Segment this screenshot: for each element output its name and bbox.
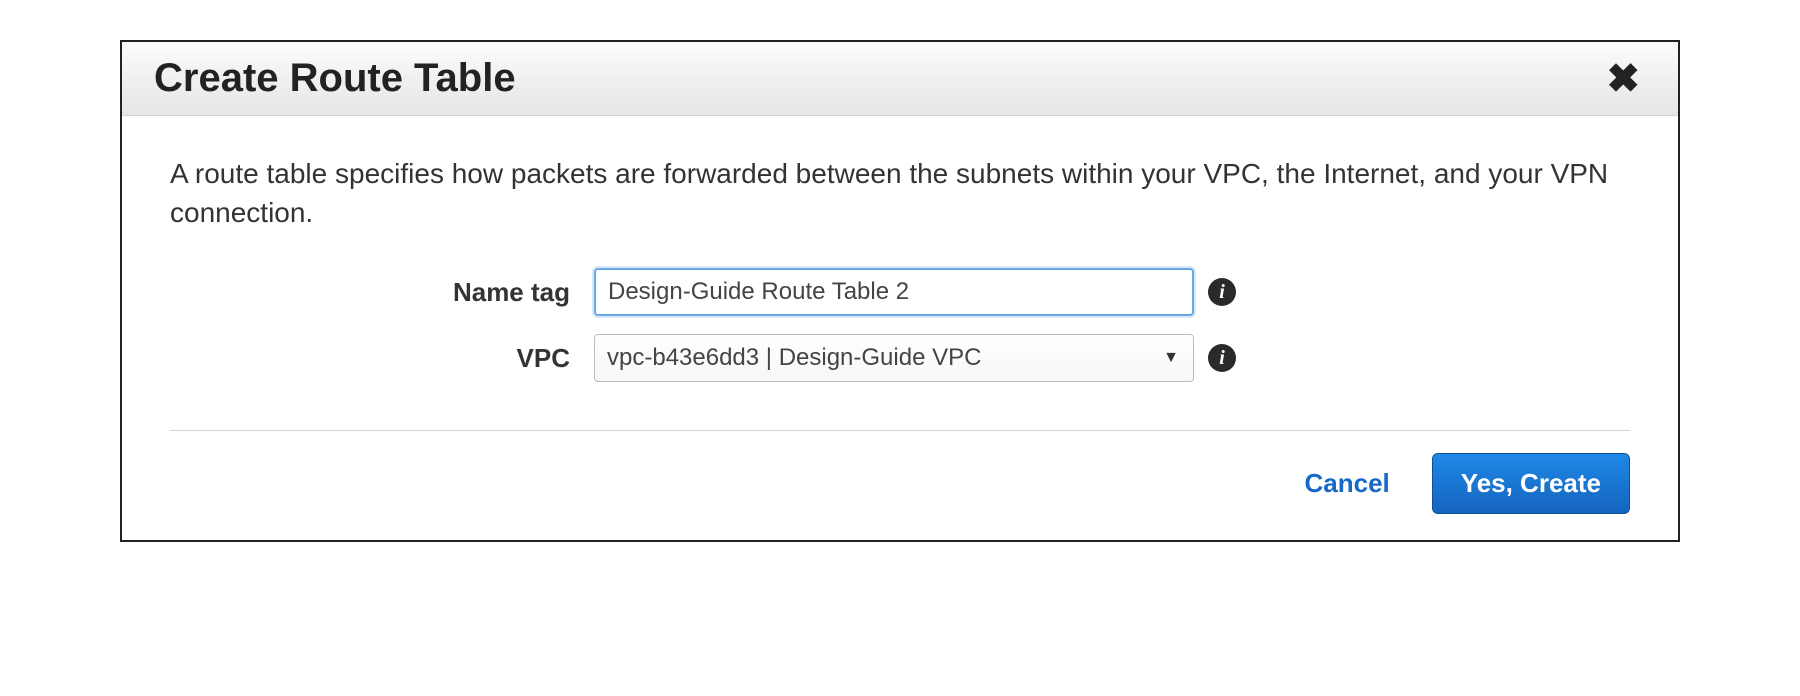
yes-create-button[interactable]: Yes, Create: [1432, 453, 1630, 514]
create-route-table-dialog: Create Route Table ✖ A route table speci…: [120, 40, 1680, 542]
form-row-name-tag: Name tag i: [170, 268, 1630, 316]
vpc-select[interactable]: vpc-b43e6dd3 | Design-Guide VPC ▼: [594, 334, 1194, 382]
dialog-title: Create Route Table: [154, 56, 516, 101]
name-tag-input[interactable]: [594, 268, 1194, 316]
info-icon[interactable]: i: [1208, 344, 1236, 372]
dialog-header: Create Route Table ✖: [122, 42, 1678, 116]
dialog-description: A route table specifies how packets are …: [170, 154, 1630, 232]
name-tag-label: Name tag: [170, 277, 594, 308]
form-row-vpc: VPC vpc-b43e6dd3 | Design-Guide VPC ▼ i: [170, 334, 1630, 382]
vpc-select-value: vpc-b43e6dd3 | Design-Guide VPC: [607, 344, 981, 372]
close-icon[interactable]: ✖: [1600, 59, 1646, 99]
cancel-button[interactable]: Cancel: [1299, 460, 1396, 507]
info-icon[interactable]: i: [1208, 278, 1236, 306]
chevron-down-icon: ▼: [1155, 349, 1187, 367]
dialog-body: A route table specifies how packets are …: [122, 116, 1678, 408]
dialog-footer: Cancel Yes, Create: [170, 430, 1630, 514]
vpc-label: VPC: [170, 343, 594, 374]
